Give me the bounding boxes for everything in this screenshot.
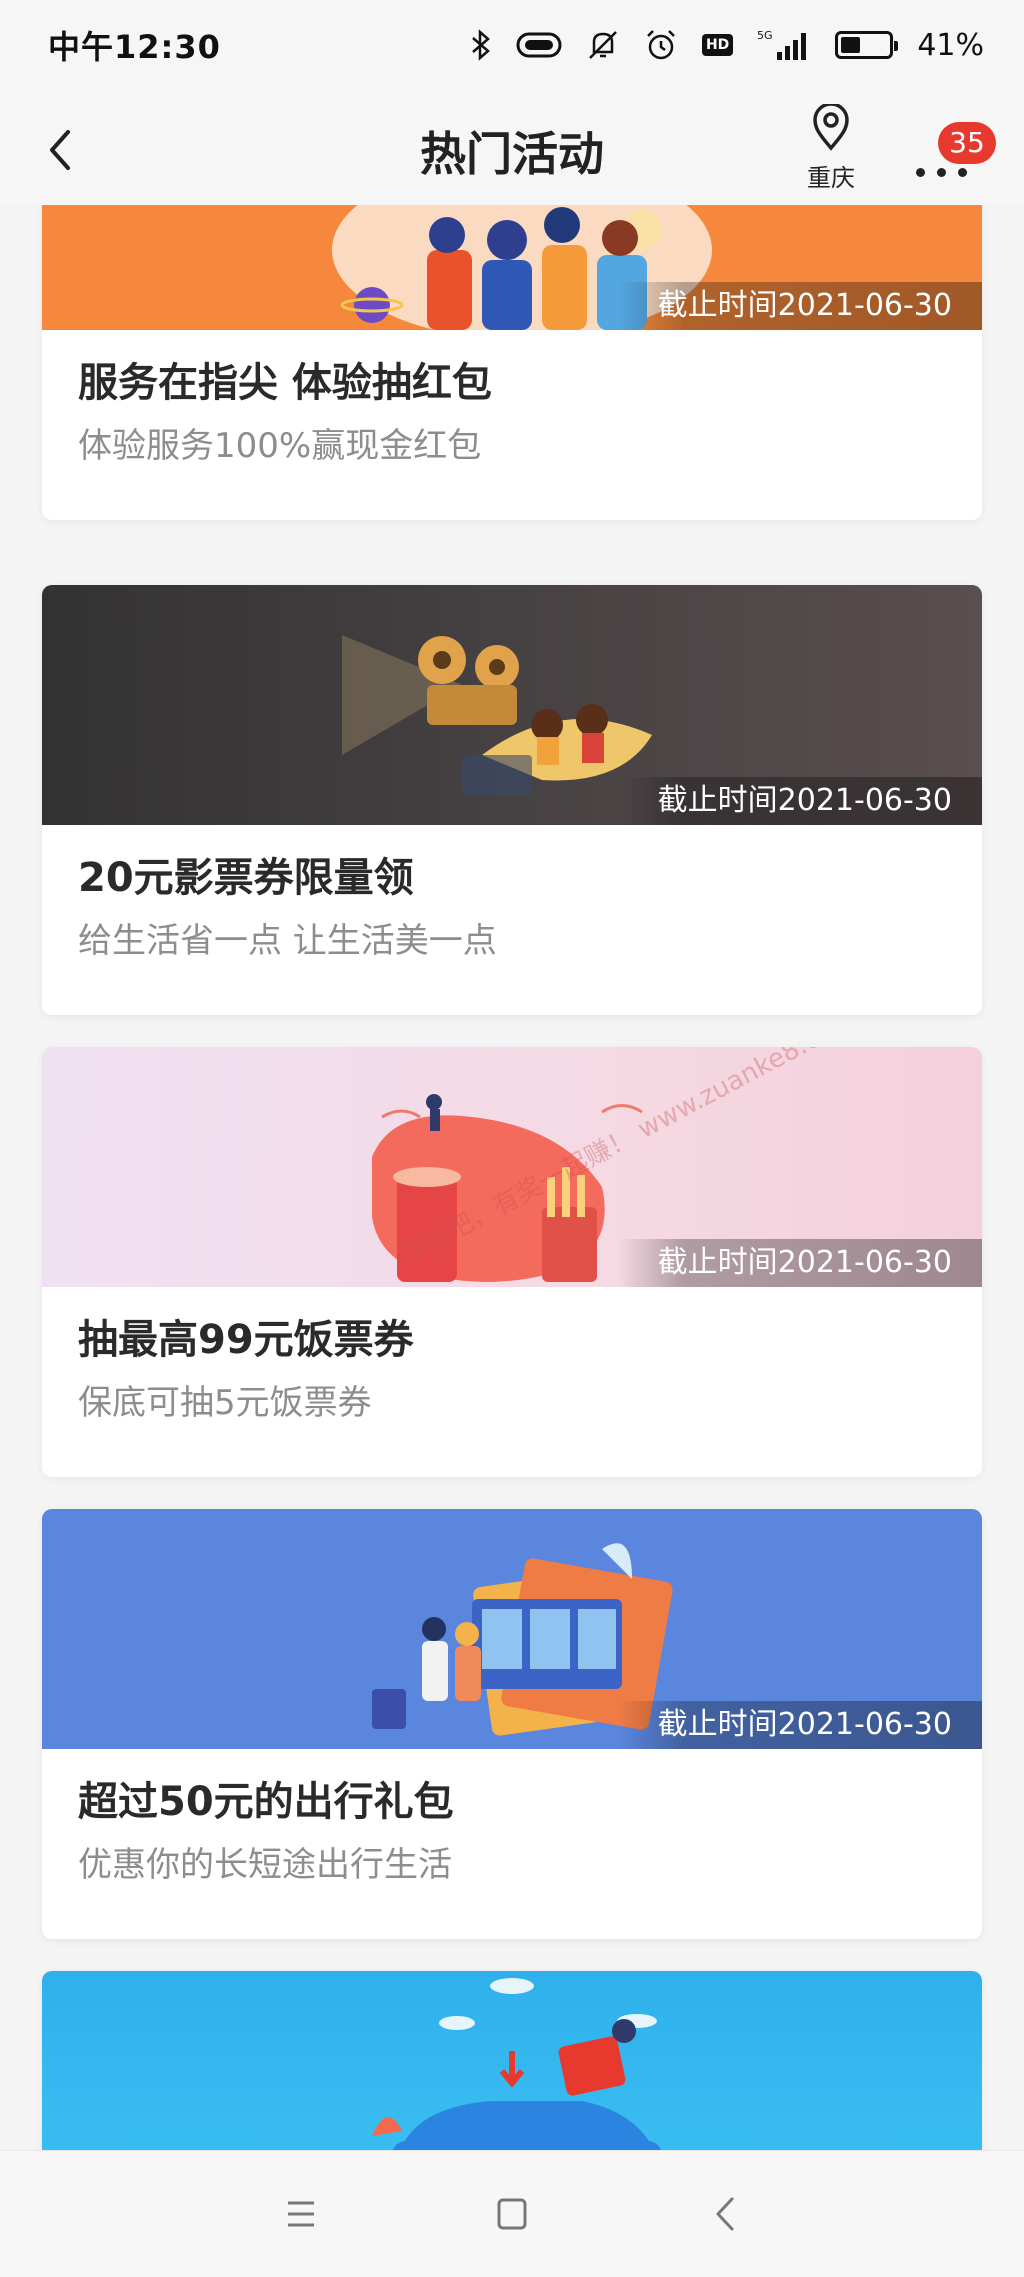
card-subtitle: 保底可抽5元饭票券 bbox=[78, 1383, 372, 1423]
status-bar: 中午12:30 HD 5G 41% bbox=[0, 0, 1024, 90]
system-back-button[interactable] bbox=[698, 2189, 754, 2239]
top-nav-bar: 热门活动 重庆 35 bbox=[0, 90, 1024, 205]
status-time: 中午12:30 bbox=[48, 28, 221, 66]
alarm-icon bbox=[644, 28, 678, 62]
activity-card[interactable] bbox=[42, 1971, 982, 2150]
svg-text:5G: 5G bbox=[757, 29, 773, 42]
location-pin-icon bbox=[813, 102, 849, 151]
activity-banner: 截止时间2021-06-30 bbox=[42, 585, 982, 825]
deadline-tag: 截止时间2021-06-30 bbox=[617, 777, 982, 825]
card-body: 抽最高99元饭票券 保底可抽5元饭票券 bbox=[42, 1287, 982, 1477]
car-illustration bbox=[372, 1978, 662, 2150]
signal-icon: 5G bbox=[757, 28, 811, 62]
battery-level bbox=[841, 37, 861, 53]
hd-icon: HD bbox=[701, 34, 734, 56]
card-body: 服务在指尖 体验抽红包 体验服务100%赢现金红包 bbox=[42, 330, 982, 520]
activity-card[interactable]: 赚客吧，有奖一起赚！ www.zuanke8.com 截止时间2021-06-3… bbox=[42, 1047, 982, 1477]
menu-button[interactable] bbox=[272, 2189, 328, 2239]
card-title: 抽最高99元饭票券 bbox=[78, 1317, 414, 1363]
activity-card[interactable]: 截止时间2021-06-30 超过50元的出行礼包 优惠你的长短途出行生活 bbox=[42, 1509, 982, 1939]
battery-icon bbox=[835, 31, 899, 59]
bluetooth-icon bbox=[470, 29, 492, 61]
card-title: 20元影票券限量领 bbox=[78, 855, 414, 901]
location-button[interactable]: 重庆 bbox=[786, 102, 876, 193]
back-icon bbox=[716, 2197, 734, 2231]
home-button[interactable] bbox=[484, 2189, 540, 2239]
card-body: 20元影票券限量领 给生活省一点 让生活美一点 bbox=[42, 825, 982, 1015]
more-icon bbox=[916, 168, 967, 177]
activity-feed[interactable]: 截止时间2021-06-30 服务在指尖 体验抽红包 体验服务100%赢现金红包… bbox=[0, 205, 1024, 2150]
activity-banner bbox=[42, 1971, 982, 2150]
deadline-tag: 截止时间2021-06-30 bbox=[617, 282, 982, 330]
card-subtitle: 体验服务100%赢现金红包 bbox=[78, 426, 482, 466]
card-title: 超过50元的出行礼包 bbox=[78, 1779, 454, 1825]
home-icon bbox=[497, 2198, 527, 2230]
activity-banner: 赚客吧，有奖一起赚！ www.zuanke8.com 截止时间2021-06-3… bbox=[42, 1047, 982, 1287]
location-label: 重庆 bbox=[807, 164, 855, 192]
deadline-tag: 截止时间2021-06-30 bbox=[617, 1701, 982, 1749]
battery-percent: 41% bbox=[917, 27, 984, 63]
activity-card[interactable]: 截止时间2021-06-30 20元影票券限量领 给生活省一点 让生活美一点 bbox=[42, 585, 982, 1015]
card-title: 服务在指尖 体验抽红包 bbox=[78, 360, 492, 406]
card-subtitle: 优惠你的长短途出行生活 bbox=[78, 1845, 452, 1885]
activity-card[interactable]: 截止时间2021-06-30 服务在指尖 体验抽红包 体验服务100%赢现金红包 bbox=[42, 205, 982, 520]
card-subtitle: 给生活省一点 让生活美一点 bbox=[78, 921, 497, 961]
menu-icon bbox=[288, 2201, 314, 2227]
vibrate-icon bbox=[586, 28, 620, 62]
nfc-icon bbox=[516, 30, 562, 60]
deadline-tag: 截止时间2021-06-30 bbox=[617, 1239, 982, 1287]
card-body: 超过50元的出行礼包 优惠你的长短途出行生活 bbox=[42, 1749, 982, 1939]
more-button[interactable]: 35 bbox=[908, 122, 996, 190]
system-nav-bar bbox=[0, 2150, 1024, 2277]
activity-banner: 截止时间2021-06-30 bbox=[42, 1509, 982, 1749]
status-icons: HD 5G 41% bbox=[470, 28, 984, 63]
activity-banner: 截止时间2021-06-30 bbox=[42, 205, 982, 330]
message-badge: 35 bbox=[938, 122, 996, 164]
